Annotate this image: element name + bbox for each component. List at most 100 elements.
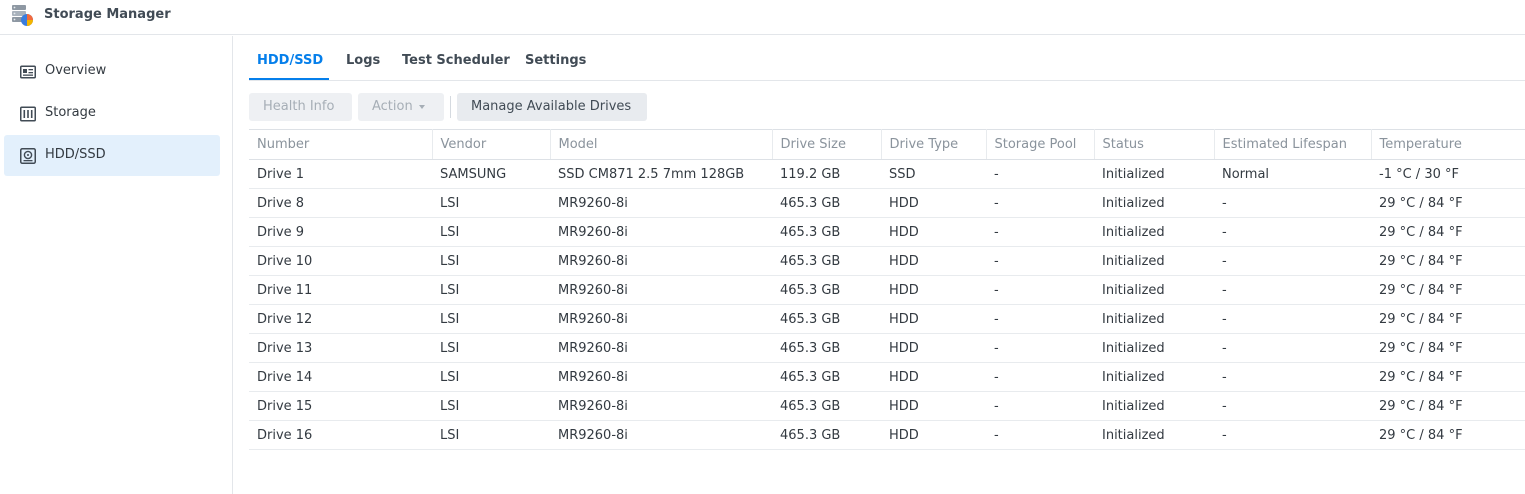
cell-storage-pool: - [986, 217, 1094, 247]
chevron-down-icon [418, 104, 425, 109]
cell-storage-pool: - [986, 333, 1094, 363]
tab-settings[interactable]: Settings [525, 53, 586, 68]
cell-model: MR9260-8i [550, 333, 772, 363]
cell-storage-pool: - [986, 420, 1094, 450]
cell-drive-type: HDD [881, 362, 986, 392]
cell-estimated-lifespan: Normal [1214, 159, 1371, 189]
table-row[interactable]: Drive 8 LSI MR9260-8i 465.3 GB HDD - Initializ… [249, 188, 1525, 218]
cell-number: Drive 15 [249, 391, 432, 421]
column-header-drive-size[interactable]: Drive Size [772, 129, 882, 160]
cell-vendor: LSI [432, 362, 550, 392]
cell-estimated-lifespan: - [1214, 217, 1371, 247]
cell-vendor: LSI [432, 420, 550, 450]
column-header-temperature[interactable]: Temperature [1371, 129, 1525, 160]
cell-drive-type: HDD [881, 391, 986, 421]
drives-table: Number Vendor Model Drive Size Drive Type Sto… [249, 129, 1525, 450]
cell-temperature: 29 °C / 84 °F [1371, 217, 1525, 247]
sidebar-item-storage[interactable]: Storage [4, 93, 220, 134]
cell-number: Drive 8 [249, 188, 432, 218]
cell-drive-size: 465.3 GB [772, 420, 881, 450]
button-label: Health Info [263, 99, 335, 114]
cell-drive-size: 465.3 GB [772, 246, 881, 276]
cell-number: Drive 10 [249, 246, 432, 276]
cell-storage-pool: - [986, 275, 1094, 305]
table-row[interactable]: Drive 11 LSI MR9260-8i 465.3 GB HDD - Initiali… [249, 275, 1525, 305]
column-header-drive-type[interactable]: Drive Type [881, 129, 987, 160]
manage-available-drives-button[interactable]: Manage Available Drives [457, 93, 647, 121]
cell-storage-pool: - [986, 159, 1094, 189]
active-tab-indicator [249, 78, 329, 80]
cell-drive-size: 465.3 GB [772, 362, 881, 392]
cell-temperature: 29 °C / 84 °F [1371, 304, 1525, 334]
cell-status: Initialized [1094, 217, 1214, 247]
app-title: Storage Manager [44, 7, 171, 22]
cell-drive-size: 465.3 GB [772, 304, 881, 334]
cell-storage-pool: - [986, 188, 1094, 218]
cell-drive-type: HDD [881, 420, 986, 450]
column-header-vendor[interactable]: Vendor [432, 129, 551, 160]
cell-drive-type: SSD [881, 159, 986, 189]
cell-estimated-lifespan: - [1214, 246, 1371, 276]
cell-drive-size: 465.3 GB [772, 188, 881, 218]
cell-number: Drive 11 [249, 275, 432, 305]
column-header-status[interactable]: Status [1094, 129, 1215, 160]
table-row[interactable]: Drive 9 LSI MR9260-8i 465.3 GB HDD - Initializ… [249, 217, 1525, 247]
button-label: Action [372, 99, 413, 114]
cell-status: Initialized [1094, 333, 1214, 363]
column-header-storage-pool[interactable]: Storage Pool [986, 129, 1095, 160]
cell-model: MR9260-8i [550, 304, 772, 334]
cell-drive-type: HDD [881, 304, 986, 334]
table-row[interactable]: Drive 1 SAMSUNG SSD CM871 2.5 7mm 128GB 119… [249, 159, 1525, 189]
overview-icon [20, 65, 36, 79]
sidebar-item-overview[interactable]: Overview [4, 51, 220, 92]
tab-hdd-ssd[interactable]: HDD/SSD [257, 53, 323, 68]
button-label: Manage Available Drives [471, 99, 632, 114]
sidebar-item-label: Storage [45, 105, 96, 120]
tab-label: Settings [525, 53, 587, 68]
sidebar: Overview Storage HDD/SSD [0, 36, 233, 494]
cell-model: MR9260-8i [550, 275, 772, 305]
cell-number: Drive 1 [249, 159, 432, 189]
cell-temperature: 29 °C / 84 °F [1371, 188, 1525, 218]
cell-vendor: LSI [432, 304, 550, 334]
cell-model: MR9260-8i [550, 246, 772, 276]
cell-drive-size: 465.3 GB [772, 275, 881, 305]
sidebar-item-hdd-ssd[interactable]: HDD/SSD [4, 135, 220, 176]
column-header-model[interactable]: Model [550, 129, 773, 160]
tab-label: HDD/SSD [257, 53, 324, 68]
toolbar-divider [450, 96, 451, 118]
column-header-number[interactable]: Number [249, 129, 433, 160]
cell-estimated-lifespan: - [1214, 362, 1371, 392]
cell-temperature: 29 °C / 84 °F [1371, 420, 1525, 450]
tab-test-scheduler[interactable]: Test Scheduler [402, 53, 510, 68]
table-row[interactable]: Drive 10 LSI MR9260-8i 465.3 GB HDD - Initiali… [249, 246, 1525, 276]
table-row[interactable]: Drive 14 LSI MR9260-8i 465.3 GB HDD - Initiali… [249, 362, 1525, 392]
cell-drive-type: HDD [881, 188, 986, 218]
cell-drive-type: HDD [881, 333, 986, 363]
cell-vendor: LSI [432, 391, 550, 421]
sidebar-item-label: Overview [45, 63, 107, 78]
title-bar: Storage Manager [0, 0, 1525, 35]
cell-drive-size: 465.3 GB [772, 333, 881, 363]
action-dropdown-button[interactable]: Action [358, 93, 444, 121]
cell-model: MR9260-8i [550, 188, 772, 218]
cell-number: Drive 13 [249, 333, 432, 363]
cell-number: Drive 14 [249, 362, 432, 392]
cell-drive-type: HDD [881, 275, 986, 305]
storage-icon [20, 106, 36, 122]
table-row[interactable]: Drive 15 LSI MR9260-8i 465.3 GB HDD - Initiali… [249, 391, 1525, 421]
cell-vendor: LSI [432, 246, 550, 276]
tab-logs[interactable]: Logs [346, 53, 380, 68]
cell-status: Initialized [1094, 420, 1214, 450]
table-row[interactable]: Drive 13 LSI MR9260-8i 465.3 GB HDD - Initiali… [249, 333, 1525, 363]
table-row[interactable]: Drive 16 LSI MR9260-8i 465.3 GB HDD - Initiali… [249, 420, 1525, 450]
cell-temperature: 29 °C / 84 °F [1371, 391, 1525, 421]
tab-label: Logs [346, 53, 381, 68]
health-info-button[interactable]: Health Info [249, 93, 352, 121]
cell-vendor: LSI [432, 188, 550, 218]
cell-drive-type: HDD [881, 246, 986, 276]
table-row[interactable]: Drive 12 LSI MR9260-8i 465.3 GB HDD - Initiali… [249, 304, 1525, 334]
cell-drive-size: 465.3 GB [772, 217, 881, 247]
cell-status: Initialized [1094, 391, 1214, 421]
column-header-estimated-lifespan[interactable]: Estimated Lifespan [1214, 129, 1372, 160]
